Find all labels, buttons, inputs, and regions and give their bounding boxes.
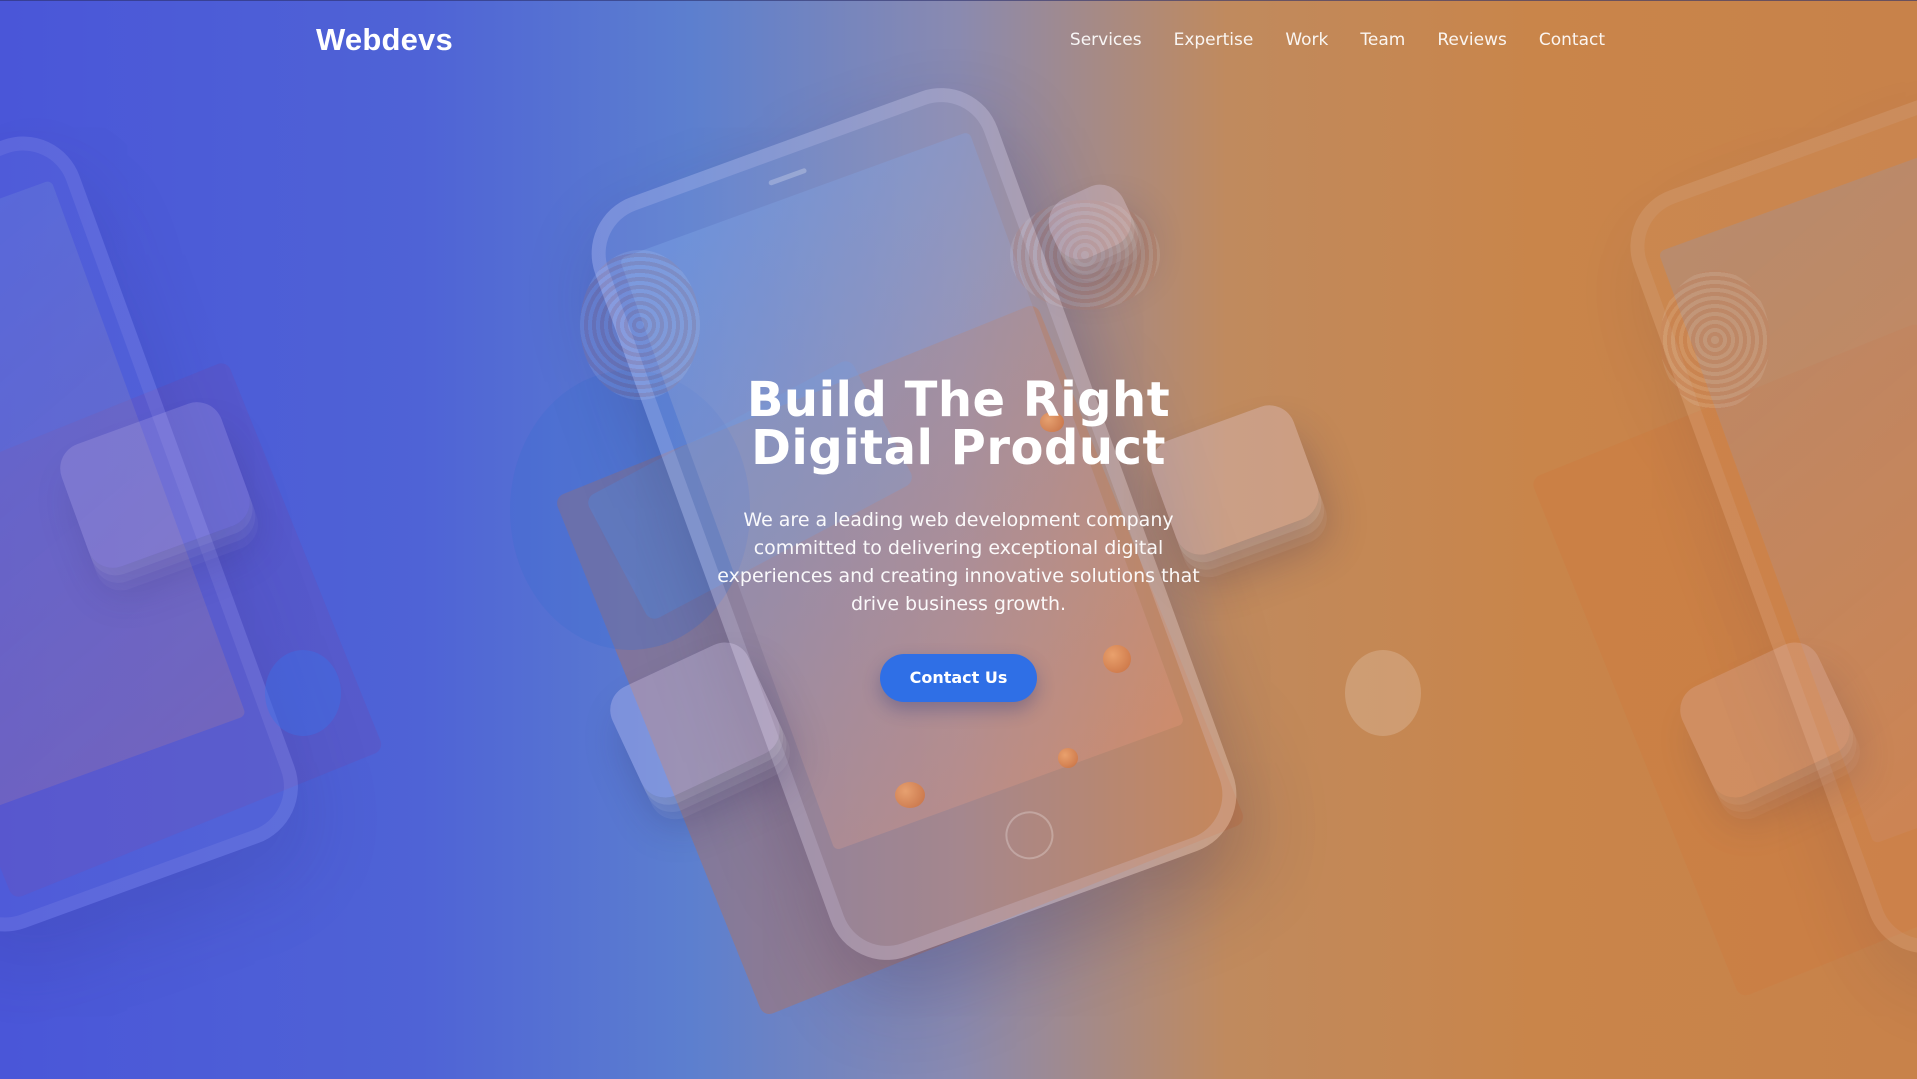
- rings-shape: [1010, 200, 1160, 310]
- nav-link-services[interactable]: Services: [1070, 30, 1142, 50]
- top-navbar: Webdevs Services Expertise Work Team Rev…: [316, 18, 1605, 62]
- nav-links: Services Expertise Work Team Reviews Con…: [1038, 30, 1605, 50]
- contact-us-button[interactable]: Contact Us: [879, 654, 1038, 702]
- hero-title: Build The Right Digital Product: [699, 376, 1219, 472]
- nav-link-contact[interactable]: Contact: [1539, 30, 1605, 50]
- nav-link-work[interactable]: Work: [1285, 30, 1328, 50]
- top-border: [0, 0, 1917, 1]
- hero-subtitle: We are a leading web development company…: [717, 509, 1200, 615]
- phone-home-button: [998, 804, 1061, 867]
- knob-shape: [1040, 176, 1140, 268]
- orange-ball: [1058, 748, 1078, 768]
- brand-logo[interactable]: Webdevs: [316, 22, 453, 58]
- nav-link-team[interactable]: Team: [1360, 30, 1405, 50]
- nav-link-reviews[interactable]: Reviews: [1437, 30, 1507, 50]
- hero-title-line-1: Build The Right: [746, 372, 1171, 428]
- hero-content: Build The Right Digital Product We are a…: [0, 376, 1917, 702]
- phone-speaker: [767, 167, 808, 186]
- hero-title-line-2: Digital Product: [751, 420, 1166, 476]
- orange-ball: [895, 782, 925, 808]
- nav-link-expertise[interactable]: Expertise: [1174, 30, 1254, 50]
- hero-section: Webdevs Services Expertise Work Team Rev…: [0, 0, 1917, 1079]
